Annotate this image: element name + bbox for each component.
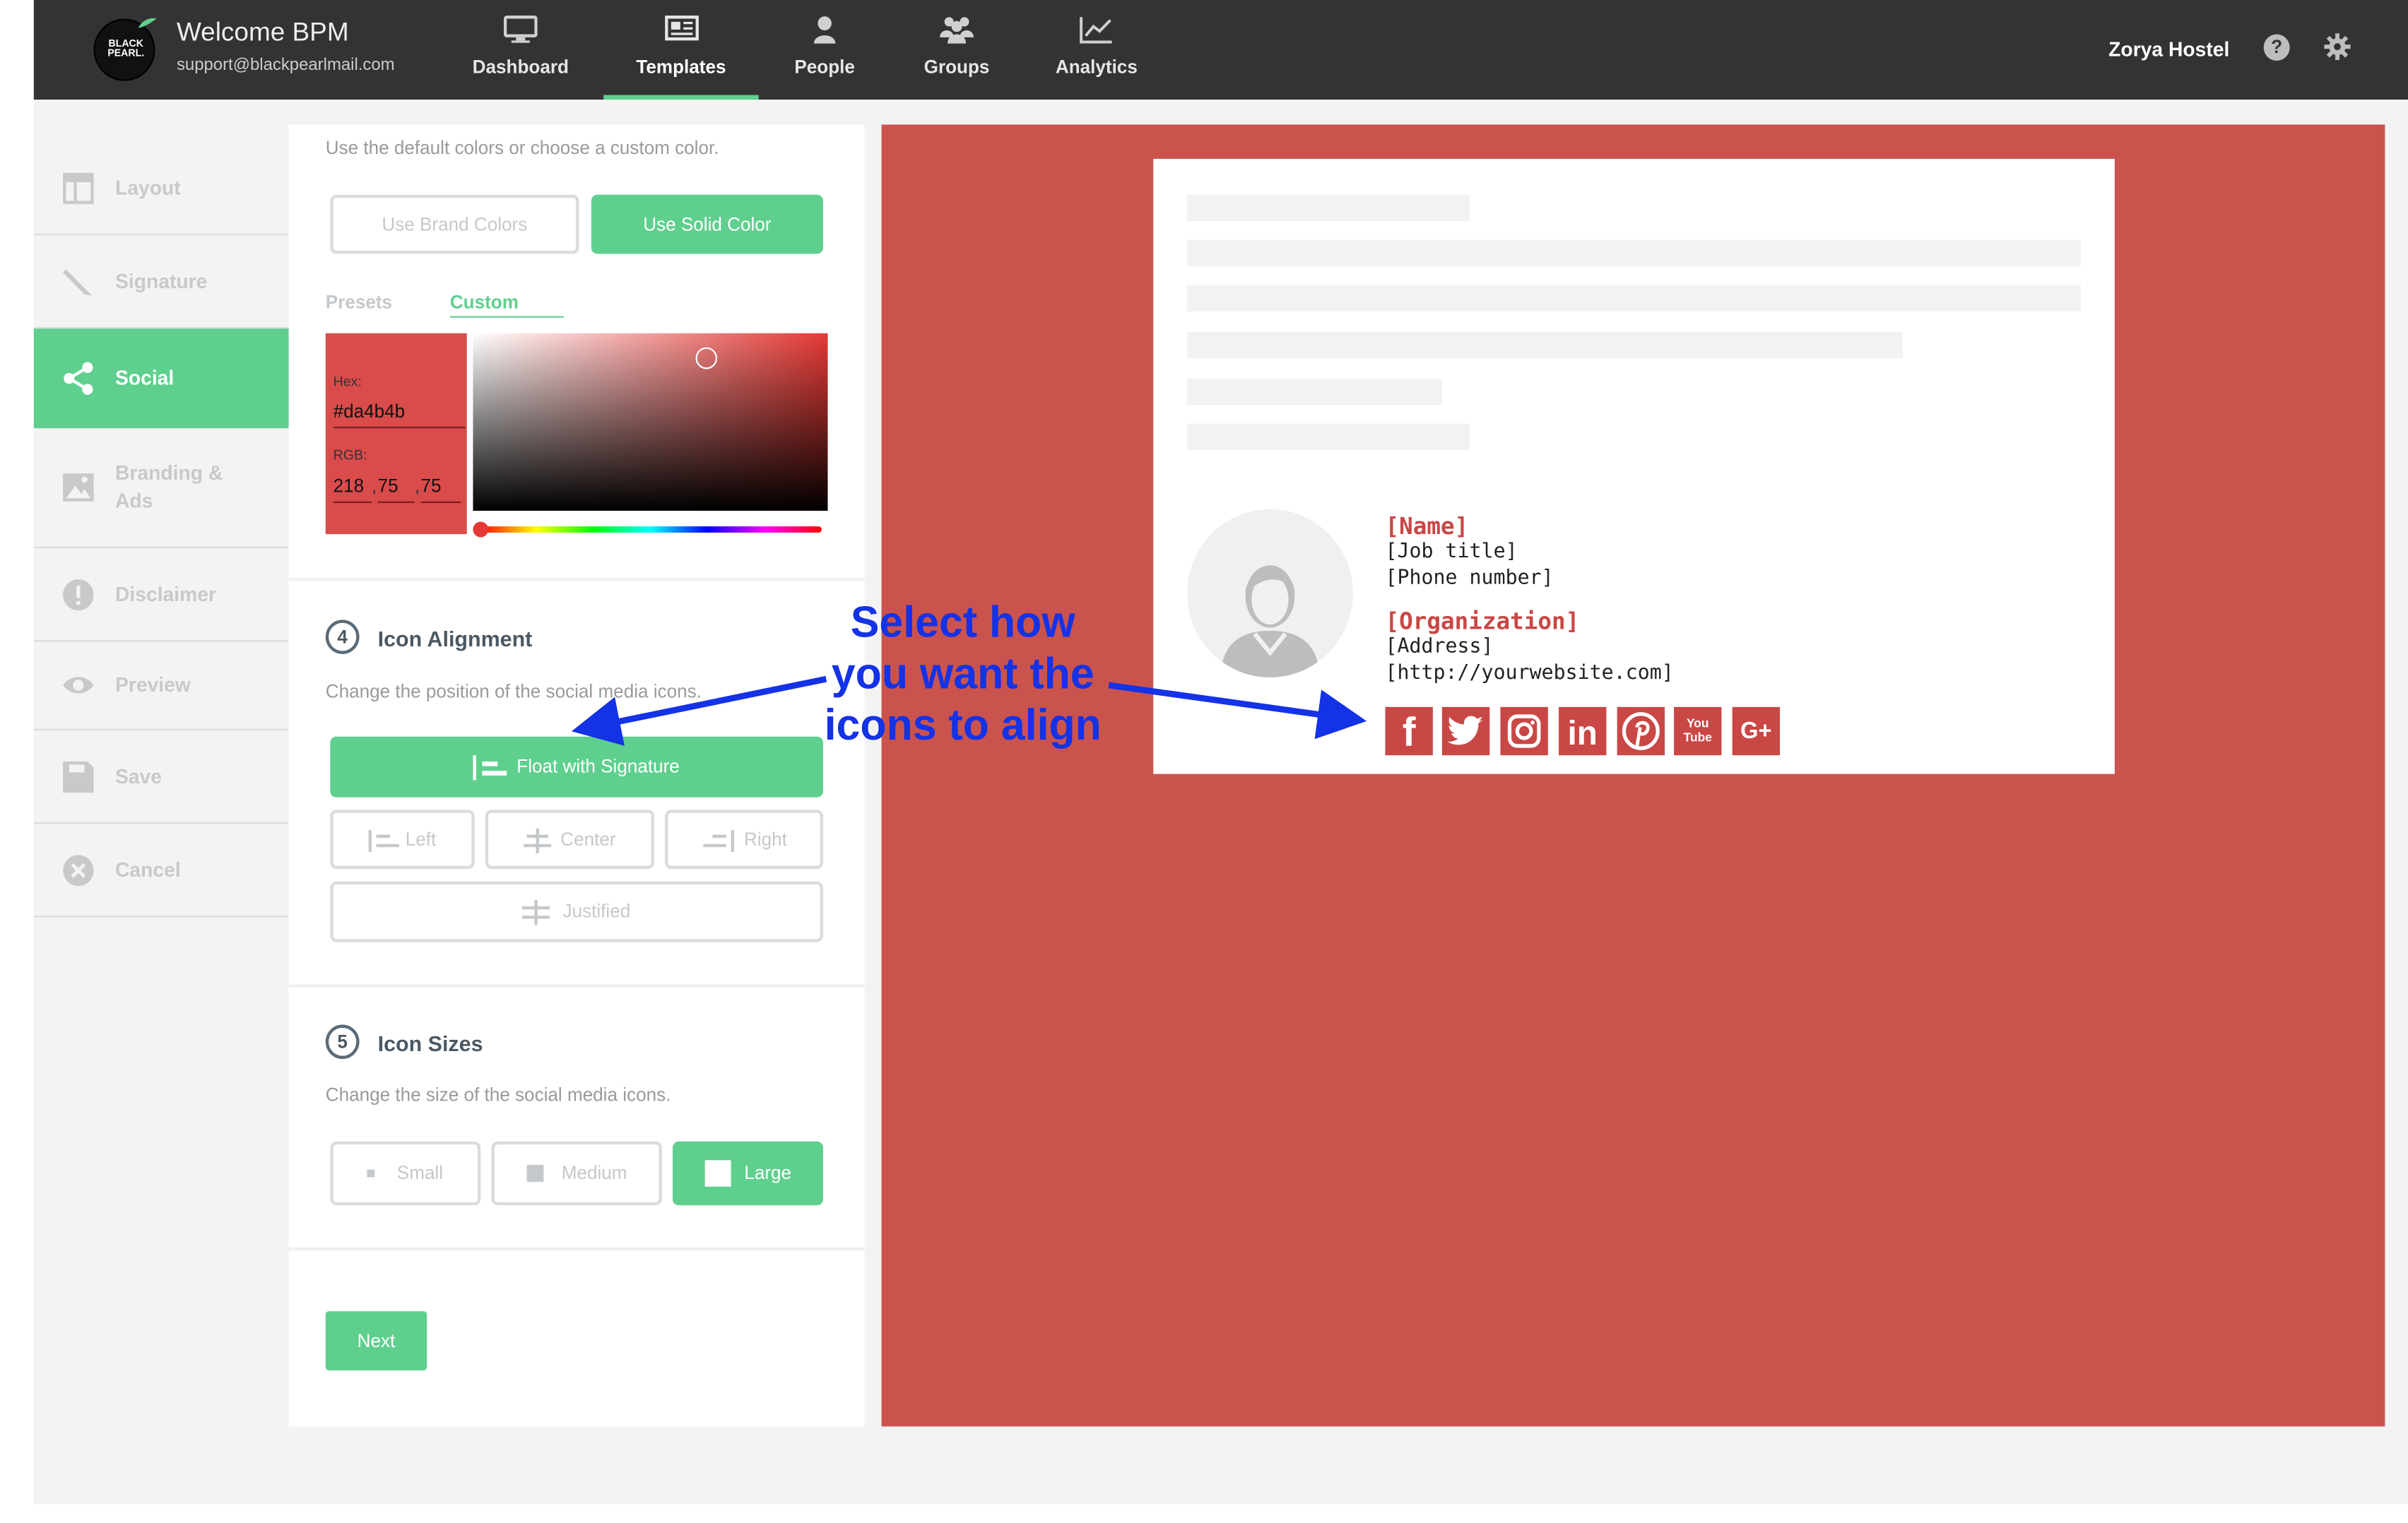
annotation-arrows bbox=[571, 675, 1367, 746]
arrow-to-social-icons bbox=[1108, 682, 1367, 740]
arrow-to-alignment-button bbox=[571, 675, 827, 746]
